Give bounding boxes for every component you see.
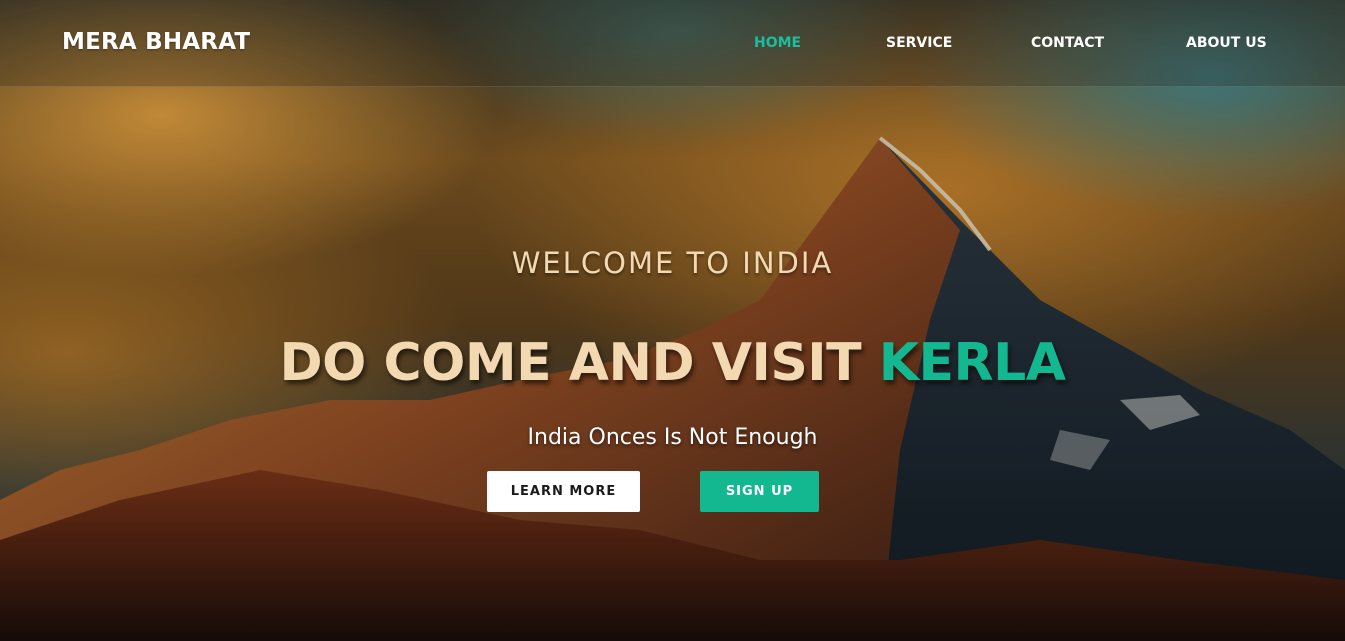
hero-section: MERA BHARAT HOME SERVICE CONTACT ABOUT U… bbox=[0, 0, 1345, 641]
headline-accent: KERLA bbox=[878, 333, 1066, 393]
hero-headline: DO COME AND VISIT KERLA bbox=[0, 333, 1345, 393]
nav-link-contact[interactable]: CONTACT bbox=[1031, 35, 1104, 51]
learn-more-button[interactable]: LEARN MORE bbox=[487, 471, 640, 512]
navbar: MERA BHARAT HOME SERVICE CONTACT ABOUT U… bbox=[0, 0, 1345, 87]
brand-logo[interactable]: MERA BHARAT bbox=[62, 29, 250, 55]
nav-link-home[interactable]: HOME bbox=[754, 35, 801, 51]
headline-prefix: DO COME AND VISIT bbox=[279, 333, 862, 393]
nav-link-about-us[interactable]: ABOUT US bbox=[1186, 35, 1267, 51]
welcome-heading: WELCOME TO INDIA bbox=[511, 246, 834, 280]
nav-link-service[interactable]: SERVICE bbox=[886, 35, 952, 51]
sign-up-button[interactable]: SIGN UP bbox=[700, 471, 819, 512]
mountain-background-image bbox=[0, 0, 1345, 641]
hero-tagline: India Onces Is Not Enough bbox=[527, 425, 818, 450]
